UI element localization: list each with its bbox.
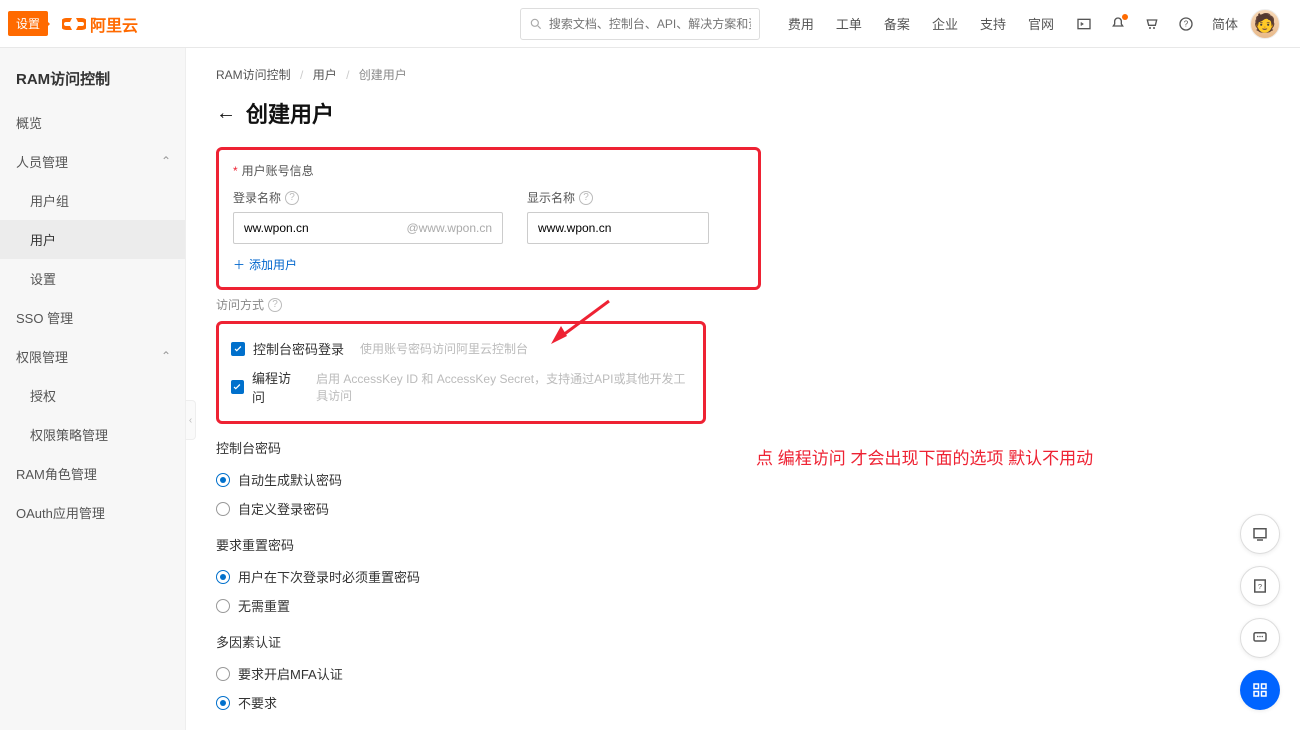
add-user-button[interactable]: ＋ 添加用户 bbox=[233, 256, 744, 273]
sidebar-item-overview[interactable]: 概览 bbox=[0, 103, 185, 142]
help-icon[interactable]: ? bbox=[579, 191, 593, 205]
brand-logo[interactable]: 阿里云 bbox=[62, 12, 138, 36]
radio-icon bbox=[216, 502, 230, 516]
chevron-up-icon: ⌃ bbox=[161, 349, 171, 363]
display-name-input[interactable] bbox=[538, 221, 698, 235]
svg-text:?: ? bbox=[1258, 582, 1262, 591]
mfa-yes-radio[interactable]: 要求开启MFA认证 bbox=[216, 659, 1270, 688]
mfa-no-radio[interactable]: 不要求 bbox=[216, 688, 1270, 717]
mfa-section: 多因素认证 bbox=[216, 632, 1270, 651]
sidebar-item-permission[interactable]: 权限管理 ⌃ bbox=[0, 337, 185, 376]
console-login-checkbox-row[interactable]: 控制台密码登录 使用账号密码访问阿里云控制台 bbox=[231, 334, 691, 363]
breadcrumb-root[interactable]: RAM访问控制 bbox=[216, 68, 291, 82]
nav-fee[interactable]: 费用 bbox=[788, 14, 814, 33]
terminal-icon[interactable] bbox=[1076, 16, 1092, 32]
login-name-label: 登录名称 ? bbox=[233, 189, 503, 206]
user-avatar[interactable]: 🧑 bbox=[1250, 9, 1280, 39]
nav-website[interactable]: 官网 bbox=[1028, 14, 1054, 33]
svg-text:?: ? bbox=[1184, 19, 1189, 28]
radio-icon bbox=[216, 599, 230, 613]
account-info-box: *用户账号信息 登录名称 ? @www.wpon.cn 显示名称 bbox=[216, 147, 761, 290]
sidebar-item-user[interactable]: 用户 bbox=[0, 220, 185, 259]
api-access-checkbox-row[interactable]: 编程访问 启用 AccessKey ID 和 AccessKey Secret，… bbox=[231, 363, 691, 411]
console-login-label: 控制台密码登录 bbox=[253, 339, 344, 358]
nav-support[interactable]: 支持 bbox=[980, 14, 1006, 33]
reset-no-radio[interactable]: 无需重置 bbox=[216, 591, 1270, 620]
top-icons: ? 简体 bbox=[1076, 14, 1238, 33]
apps-icon[interactable] bbox=[1240, 670, 1280, 710]
sidebar-item-label: 人员管理 bbox=[16, 155, 68, 170]
page-title-text: 创建用户 bbox=[246, 97, 334, 129]
plus-icon: ＋ bbox=[233, 256, 245, 273]
checkbox-checked-icon bbox=[231, 380, 244, 394]
top-nav: 费用 工单 备案 企业 支持 官网 bbox=[788, 14, 1054, 33]
checkbox-checked-icon bbox=[231, 342, 245, 356]
brand-text: 阿里云 bbox=[90, 12, 138, 36]
console-login-desc: 使用账号密码访问阿里云控制台 bbox=[360, 340, 528, 357]
breadcrumb: RAM访问控制 / 用户 / 创建用户 bbox=[216, 66, 1270, 83]
sidebar: RAM访问控制 概览 人员管理⌃ 用户组 用户 设置 SSO 管理 权限管理⌃ … bbox=[0, 48, 186, 730]
float-buttons: ? bbox=[1240, 514, 1280, 710]
sidebar-item-policy[interactable]: 权限策略管理 bbox=[0, 415, 185, 454]
bell-icon[interactable] bbox=[1110, 16, 1126, 32]
display-name-label: 显示名称 ? bbox=[527, 189, 709, 206]
breadcrumb-current: 创建用户 bbox=[359, 68, 407, 82]
console-pwd-section: 控制台密码 bbox=[216, 438, 1270, 457]
radio-icon bbox=[216, 667, 230, 681]
pwd-auto-radio[interactable]: 自动生成默认密码 bbox=[216, 465, 1270, 494]
search-input[interactable] bbox=[549, 17, 751, 31]
login-name-suffix: @www.wpon.cn bbox=[406, 221, 492, 235]
main-content: RAM访问控制 / 用户 / 创建用户 ← 创建用户 *用户账号信息 登录名称 … bbox=[186, 48, 1300, 730]
sidebar-item-sso[interactable]: SSO 管理 bbox=[0, 298, 185, 337]
api-access-label: 编程访问 bbox=[252, 368, 300, 406]
nav-enterprise[interactable]: 企业 bbox=[932, 14, 958, 33]
nav-ticket[interactable]: 工单 bbox=[836, 14, 862, 33]
feedback-screen-icon[interactable] bbox=[1240, 514, 1280, 554]
lang-switch[interactable]: 简体 bbox=[1212, 14, 1238, 33]
sidebar-item-label: 权限管理 bbox=[16, 350, 68, 365]
sidebar-item-people[interactable]: 人员管理 ⌃ bbox=[0, 142, 185, 181]
pwd-custom-radio[interactable]: 自定义登录密码 bbox=[216, 494, 1270, 523]
breadcrumb-user[interactable]: 用户 bbox=[313, 68, 337, 82]
login-name-input-wrap[interactable]: @www.wpon.cn bbox=[233, 212, 503, 244]
search-icon bbox=[529, 17, 543, 31]
sidebar-item-usergroup[interactable]: 用户组 bbox=[0, 181, 185, 220]
cart-icon[interactable] bbox=[1144, 16, 1160, 32]
chat-icon[interactable] bbox=[1240, 618, 1280, 658]
radio-checked-icon bbox=[216, 696, 230, 710]
reset-pwd-section: 要求重置密码 bbox=[216, 535, 1270, 554]
help-icon[interactable]: ? bbox=[285, 191, 299, 205]
sidebar-item-ramrole[interactable]: RAM角色管理 bbox=[0, 454, 185, 493]
page-title: ← 创建用户 bbox=[216, 97, 1270, 129]
access-section-label: 访问方式 ? bbox=[216, 296, 1270, 313]
radio-checked-icon bbox=[216, 570, 230, 584]
doc-icon[interactable]: ? bbox=[1240, 566, 1280, 606]
login-name-input[interactable] bbox=[244, 221, 400, 235]
display-name-input-wrap[interactable] bbox=[527, 212, 709, 244]
chevron-up-icon: ⌃ bbox=[161, 154, 171, 168]
access-box: 控制台密码登录 使用账号密码访问阿里云控制台 编程访问 启用 AccessKey… bbox=[216, 321, 706, 424]
back-arrow-icon[interactable]: ← bbox=[216, 102, 236, 125]
radio-checked-icon bbox=[216, 473, 230, 487]
help-icon[interactable]: ? bbox=[268, 298, 282, 312]
annotation-text: 点 编程访问 才会出现下面的选项 默认不用动 bbox=[756, 444, 1093, 469]
nav-beian[interactable]: 备案 bbox=[884, 14, 910, 33]
global-search[interactable] bbox=[520, 8, 760, 40]
aliyun-icon bbox=[62, 12, 86, 36]
help-icon[interactable]: ? bbox=[1178, 16, 1194, 32]
api-access-desc: 启用 AccessKey ID 和 AccessKey Secret，支持通过A… bbox=[316, 370, 691, 404]
sidebar-title: RAM访问控制 bbox=[0, 60, 185, 103]
topbar: 设置 阿里云 费用 工单 备案 企业 支持 官网 ? 简体 🧑 bbox=[0, 0, 1300, 48]
reset-must-radio[interactable]: 用户在下次登录时必须重置密码 bbox=[216, 562, 1270, 591]
sidebar-item-authorize[interactable]: 授权 bbox=[0, 376, 185, 415]
settings-tag[interactable]: 设置 bbox=[8, 11, 48, 36]
sidebar-item-settings[interactable]: 设置 bbox=[0, 259, 185, 298]
account-info-label: *用户账号信息 bbox=[233, 162, 744, 179]
sidebar-item-oauth[interactable]: OAuth应用管理 bbox=[0, 493, 185, 532]
